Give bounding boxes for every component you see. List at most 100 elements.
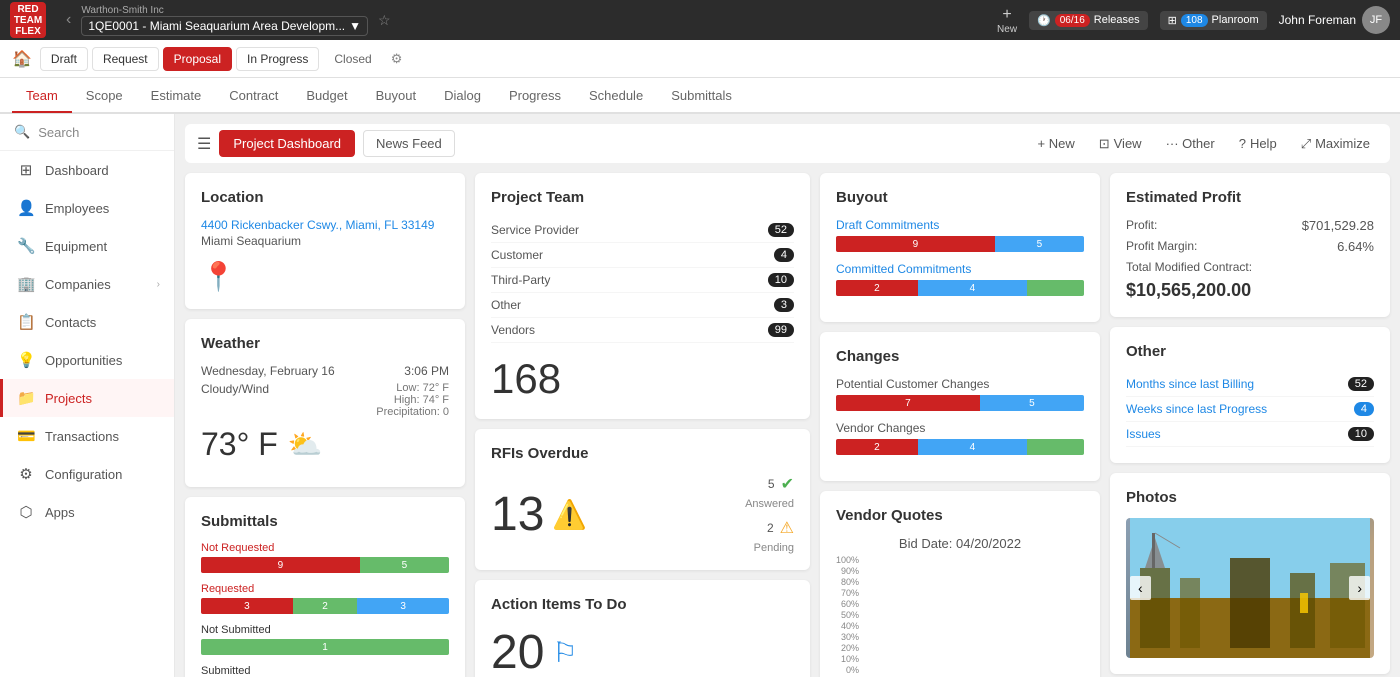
- issues-link[interactable]: Issues: [1126, 427, 1161, 441]
- status-tab-bar: 🏠 Draft Request Proposal In Progress Clo…: [0, 40, 1400, 78]
- progress-link[interactable]: Weeks since last Progress: [1126, 402, 1267, 416]
- weather-condition-row: Cloudy/Wind Low: 72° F High: 74° F Preci…: [201, 382, 449, 418]
- plus-icon: +: [1002, 6, 1011, 24]
- photo-placeholder: [1126, 518, 1374, 658]
- committed-commitments-label[interactable]: Committed Commitments: [836, 262, 1084, 276]
- help-action[interactable]: ? Help: [1231, 132, 1285, 155]
- weather-card: Weather Wednesday, February 16 3:06 PM C…: [185, 319, 465, 487]
- submittal-bar-1: 3 2 3: [201, 598, 449, 614]
- tab-team[interactable]: Team: [12, 80, 72, 113]
- sidebar-item-opportunities[interactable]: 💡 Opportunities: [0, 341, 174, 379]
- tab-scope[interactable]: Scope: [72, 80, 137, 113]
- vendor-quotes-title: Vendor Quotes: [836, 507, 1084, 524]
- customer-changes-label: Potential Customer Changes: [836, 377, 1084, 391]
- main-layout: 🔍 Search ⊞ Dashboard 👤 Employees 🔧 Equip…: [0, 114, 1400, 677]
- status-tab-closed[interactable]: Closed: [323, 47, 382, 71]
- rfis-count: 13 ⚠️: [491, 487, 587, 542]
- status-tab-proposal[interactable]: Proposal: [163, 47, 232, 71]
- hamburger-icon[interactable]: ☰: [197, 134, 211, 154]
- nav-back-arrow[interactable]: ‹: [66, 11, 71, 29]
- project-selector: Warthon-Smith Inc 1QE0001 - Miami Seaqua…: [81, 5, 368, 36]
- contacts-icon: 📋: [17, 313, 35, 331]
- content-area: ☰ Project Dashboard News Feed + New ⊡ Vi…: [175, 114, 1400, 677]
- photo-next-button[interactable]: ›: [1349, 576, 1370, 600]
- sidebar-item-companies[interactable]: 🏢 Companies ›: [0, 265, 174, 303]
- tab-dialog[interactable]: Dialog: [430, 80, 495, 113]
- view-icon: ⊡: [1099, 136, 1110, 152]
- margin-label: Profit Margin:: [1126, 239, 1197, 254]
- submittal-label-3: Submitted: [201, 665, 449, 677]
- sidebar: 🔍 Search ⊞ Dashboard 👤 Employees 🔧 Equip…: [0, 114, 175, 677]
- sidebar-item-apps[interactable]: ⬡ Apps: [0, 493, 174, 531]
- view-action[interactable]: ⊡ View: [1091, 132, 1150, 156]
- team-row-service-provider: Service Provider 52: [491, 218, 794, 243]
- home-icon[interactable]: 🏠: [12, 49, 32, 69]
- user-menu[interactable]: John Foreman JF: [1279, 6, 1390, 34]
- sub-nav: Team Scope Estimate Contract Budget Buyo…: [0, 78, 1400, 114]
- estimated-profit-card: Estimated Profit Profit: $701,529.28 Pro…: [1110, 173, 1390, 317]
- other-action[interactable]: ··· Other: [1158, 132, 1223, 155]
- map-pin-icon: 📍: [201, 260, 449, 293]
- contract-label-row: Total Modified Contract:: [1126, 260, 1374, 274]
- photos-card: Photos: [1110, 473, 1390, 674]
- vendor-changes-label: Vendor Changes: [836, 421, 1084, 435]
- sidebar-item-configuration[interactable]: ⚙ Configuration: [0, 455, 174, 493]
- planroom-button[interactable]: ⊞ 108 Planroom: [1160, 11, 1267, 30]
- status-tab-inprogress[interactable]: In Progress: [236, 47, 319, 71]
- weather-condition: Cloudy/Wind: [201, 382, 269, 418]
- sidebar-search[interactable]: 🔍 Search: [0, 114, 174, 151]
- project-dashboard-button[interactable]: Project Dashboard: [219, 130, 355, 157]
- col-left: Location 4400 Rickenbacker Cswy., Miami,…: [185, 173, 465, 677]
- team-row-customer: Customer 4: [491, 243, 794, 268]
- tab-submittals[interactable]: Submittals: [657, 80, 746, 113]
- tab-contract[interactable]: Contract: [215, 80, 292, 113]
- other-card: Other Months since last Billing 52 Weeks…: [1110, 327, 1390, 463]
- planroom-badge: 108: [1181, 14, 1208, 27]
- sidebar-item-equipment[interactable]: 🔧 Equipment: [0, 227, 174, 265]
- vendor-chart: [863, 559, 903, 677]
- sidebar-item-employees[interactable]: 👤 Employees: [0, 189, 174, 227]
- sidebar-item-dashboard[interactable]: ⊞ Dashboard: [0, 151, 174, 189]
- tab-estimate[interactable]: Estimate: [137, 80, 216, 113]
- settings-icon[interactable]: ⚙: [391, 51, 403, 67]
- estimated-profit-title: Estimated Profit: [1126, 189, 1374, 206]
- status-tab-request[interactable]: Request: [92, 47, 159, 71]
- weather-date-row: Wednesday, February 16 3:06 PM: [201, 364, 449, 378]
- new-action[interactable]: + New: [1030, 132, 1083, 155]
- chevron-down-icon: ▼: [349, 19, 361, 33]
- grid-icon: ⊞: [1168, 14, 1177, 27]
- rfis-title: RFIs Overdue: [491, 445, 794, 462]
- releases-button[interactable]: 🕐 06/16 Releases: [1029, 11, 1148, 30]
- committed-bar: 2 4: [836, 280, 1084, 296]
- alert-icon: ⚠️: [552, 498, 587, 531]
- margin-value: 6.64%: [1337, 239, 1374, 254]
- sidebar-item-contacts[interactable]: 📋 Contacts: [0, 303, 174, 341]
- favorite-star-icon[interactable]: ☆: [378, 12, 391, 29]
- weather-low: Low: 72° F: [376, 382, 449, 394]
- project-dropdown[interactable]: 1QE0001 - Miami Seaquarium Area Developm…: [81, 16, 368, 36]
- sidebar-item-projects[interactable]: 📁 Projects: [0, 379, 174, 417]
- changes-card: Changes Potential Customer Changes 7 5 V…: [820, 332, 1100, 481]
- project-team-card: Project Team Service Provider 52 Custome…: [475, 173, 810, 419]
- billing-link[interactable]: Months since last Billing: [1126, 377, 1254, 391]
- sidebar-item-transactions[interactable]: 💳 Transactions: [0, 417, 174, 455]
- clock-icon: 🕐: [1037, 14, 1051, 27]
- team-row-thirdparty: Third-Party 10: [491, 268, 794, 293]
- submittals-title: Submittals: [201, 513, 449, 530]
- buyout-card: Buyout Draft Commitments 9 5 Committed C…: [820, 173, 1100, 322]
- toolbar-right: + New ⊡ View ··· Other ? Help ⤢ Maximize: [1030, 132, 1379, 156]
- tab-buyout[interactable]: Buyout: [362, 80, 430, 113]
- tab-budget[interactable]: Budget: [292, 80, 361, 113]
- draft-commitments-label[interactable]: Draft Commitments: [836, 218, 1084, 232]
- draft-bar: 9 5: [836, 236, 1084, 252]
- maximize-action[interactable]: ⤢ Maximize: [1293, 132, 1378, 156]
- news-feed-button[interactable]: News Feed: [363, 130, 455, 157]
- new-button[interactable]: + New: [997, 6, 1017, 35]
- status-tab-draft[interactable]: Draft: [40, 47, 88, 71]
- tab-schedule[interactable]: Schedule: [575, 80, 657, 113]
- tab-progress[interactable]: Progress: [495, 80, 575, 113]
- answered-label: Answered: [745, 498, 794, 510]
- location-address[interactable]: 4400 Rickenbacker Cswy., Miami, FL 33149: [201, 218, 449, 232]
- photo-prev-button[interactable]: ‹: [1130, 576, 1151, 600]
- employees-icon: 👤: [17, 199, 35, 217]
